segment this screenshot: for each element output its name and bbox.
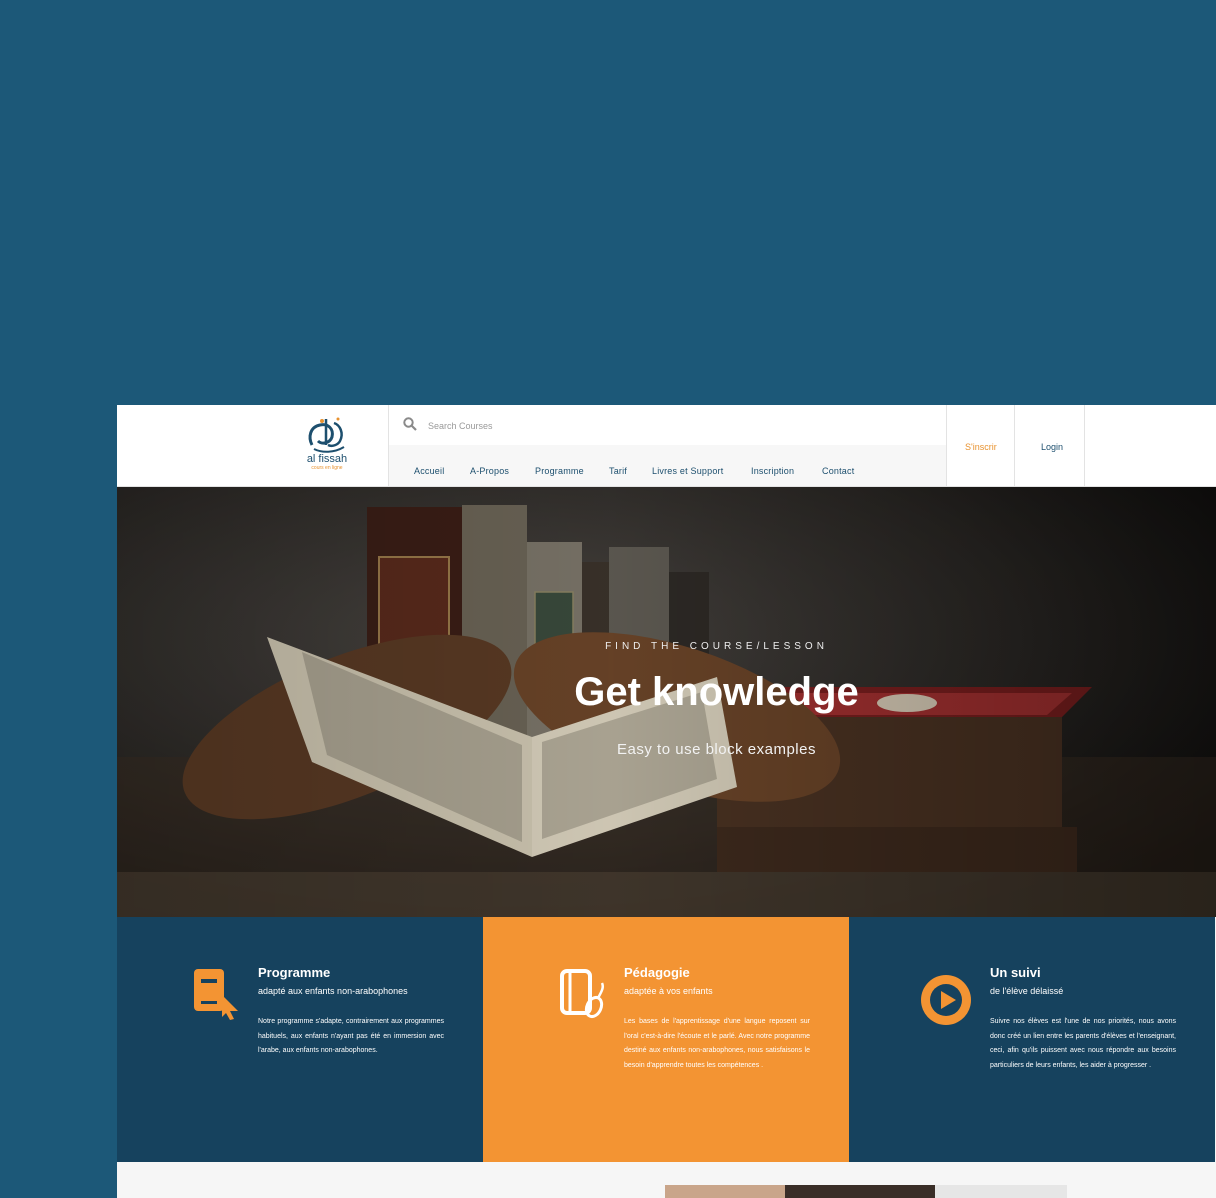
nav-item-livres-et-support[interactable]: Livres et Support — [652, 466, 723, 476]
login-button[interactable]: Login — [1041, 442, 1063, 452]
book-mouse-icon — [560, 969, 605, 1019]
feature-description: Suivre nos élèves est l'une de nos prior… — [990, 1018, 1176, 1069]
feature-title: Programme — [258, 965, 331, 980]
book-cursor-icon — [194, 969, 238, 1020]
feature-card-programme: Programme adapté aux enfants non-araboph… — [117, 917, 483, 1162]
search-icon[interactable] — [403, 417, 417, 431]
divider — [946, 405, 947, 486]
hero-title: Get knowledge — [574, 670, 859, 714]
nav-item-inscription[interactable]: Inscription — [751, 466, 794, 476]
signup-button[interactable]: S'inscrir — [965, 442, 997, 452]
section-photo — [665, 1185, 1067, 1198]
hero-banner: FIND THE COURSE/LESSON Get knowledge Eas… — [117, 487, 1216, 917]
hero-subtitle: Easy to use block examples — [617, 741, 816, 758]
nav-item-programme[interactable]: Programme — [535, 466, 584, 476]
feature-title: Pédagogie — [624, 965, 690, 980]
hero-kicker: FIND THE COURSE/LESSON — [605, 641, 828, 652]
feature-subtitle: adapté aux enfants non-arabophones — [258, 986, 408, 996]
site-header: al fissah cours en ligne Accueil A-Propo… — [117, 405, 1216, 487]
divider — [1014, 405, 1015, 486]
main-nav: Accueil A-Propos Programme Tarif Livres … — [389, 445, 946, 486]
feature-title: Un suivi — [990, 965, 1041, 980]
feature-subtitle: de l'élève délaissé — [990, 986, 1064, 996]
search-bar — [389, 405, 946, 446]
play-circle-icon[interactable] — [919, 973, 973, 1027]
calligraphy-logo-icon — [308, 417, 345, 453]
nav-item-contact[interactable]: Contact — [822, 466, 854, 476]
search-input[interactable] — [426, 414, 830, 438]
logo-tagline: cours en ligne — [311, 465, 343, 471]
nav-item-a-propos[interactable]: A-Propos — [470, 466, 509, 476]
nav-item-accueil[interactable]: Accueil — [414, 466, 444, 476]
website-mockup: al fissah cours en ligne Accueil A-Propo… — [117, 405, 1216, 1198]
site-logo[interactable]: al fissah cours en ligne — [297, 415, 357, 479]
feature-card-pedagogie: Pédagogie adaptée à vos enfants Les base… — [483, 917, 849, 1162]
logo-name: al fissah — [306, 453, 348, 465]
divider — [1084, 405, 1085, 486]
next-section — [117, 1162, 1216, 1198]
nav-item-tarif[interactable]: Tarif — [609, 466, 627, 476]
feature-subtitle: adaptée à vos enfants — [624, 986, 713, 996]
features-row: Programme adapté aux enfants non-araboph… — [117, 917, 1216, 1162]
feature-description: Les bases de l'apprentissage d'une langu… — [624, 1018, 810, 1069]
feature-card-suivi: Un suivi de l'élève délaissé Suivre nos … — [849, 917, 1215, 1162]
feature-description: Notre programme s'adapte, contrairement … — [258, 1018, 444, 1054]
